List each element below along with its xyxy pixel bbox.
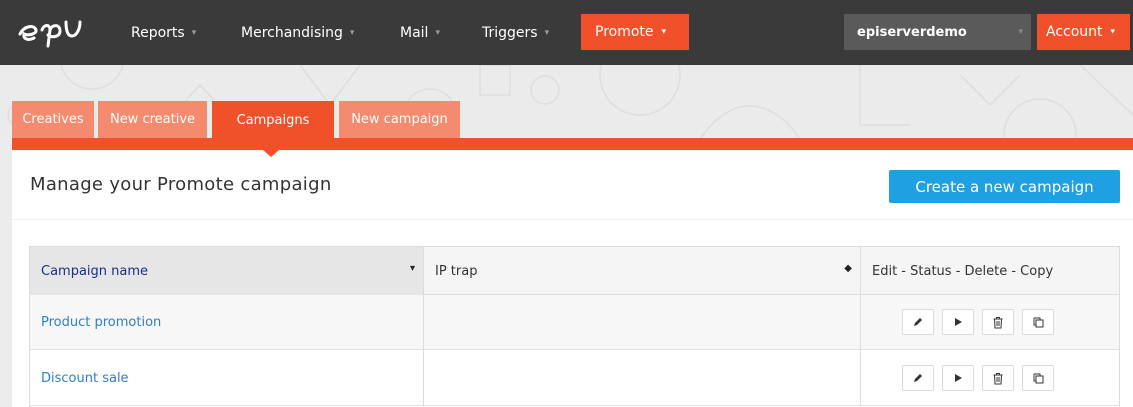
nav-merchandising-label: Merchandising — [241, 24, 343, 41]
delete-button[interactable] — [982, 365, 1014, 391]
create-campaign-button[interactable]: Create a new campaign — [889, 170, 1120, 203]
delete-button[interactable] — [982, 309, 1014, 335]
trash-icon — [993, 372, 1003, 384]
column-header-ip-trap[interactable]: IP trap ◆ — [423, 247, 860, 295]
campaigns-table: Campaign name ▾ IP trap ◆ Edit - Status … — [29, 246, 1120, 407]
ip-trap-cell — [423, 351, 860, 406]
play-icon — [955, 318, 962, 326]
campaign-name-link[interactable]: Discount sale — [41, 351, 129, 406]
header-divider — [12, 219, 1133, 220]
nav-merchandising[interactable]: Merchandising ▾ — [237, 0, 358, 65]
nav-mail[interactable]: Mail ▾ — [396, 0, 444, 65]
nav-mail-label: Mail — [400, 24, 429, 41]
site-selector-value: episerverdemo — [857, 24, 967, 40]
status-button[interactable] — [942, 365, 974, 391]
table-row: Discount sale — [30, 351, 1119, 406]
episerver-logo[interactable] — [14, 12, 94, 50]
tab-new-creative[interactable]: New creative — [98, 101, 207, 138]
copy-button[interactable] — [1022, 309, 1054, 335]
edit-button[interactable] — [902, 309, 934, 335]
chevron-down-icon: ▾ — [191, 27, 197, 38]
sort-unsorted-icon: ◆ — [844, 263, 852, 274]
top-navigation-bar: Reports ▾ Merchandising ▾ Mail ▾ Trigger… — [0, 0, 1133, 65]
tab-creatives[interactable]: Creatives — [12, 101, 94, 138]
chevron-down-icon: ▾ — [1018, 27, 1023, 37]
copy-icon — [1033, 373, 1043, 383]
chevron-down-icon: ▾ — [661, 27, 667, 37]
nav-reports[interactable]: Reports ▾ — [127, 0, 200, 65]
ip-trap-cell — [423, 295, 860, 350]
tab-creatives-label: Creatives — [22, 112, 84, 127]
column-separator — [860, 247, 861, 406]
account-menu[interactable]: Account ▾ — [1037, 14, 1130, 50]
tab-new-campaign[interactable]: New campaign — [339, 101, 460, 138]
tab-new-campaign-label: New campaign — [351, 112, 448, 127]
nav-triggers-label: Triggers — [482, 24, 538, 41]
column-separator — [423, 247, 424, 406]
page-title: Manage your Promote campaign — [30, 174, 332, 195]
chevron-down-icon: ▾ — [544, 27, 550, 38]
column-header-label: IP trap — [435, 263, 478, 279]
table-row: Product promotion — [30, 295, 1119, 350]
row-actions — [902, 309, 1054, 335]
sort-descending-icon: ▾ — [409, 263, 415, 274]
column-header-campaign-name[interactable]: Campaign name ▾ — [30, 247, 423, 295]
status-button[interactable] — [942, 309, 974, 335]
row-actions — [902, 365, 1054, 391]
nav-promote-label: Promote — [595, 24, 654, 40]
nav-reports-label: Reports — [131, 24, 185, 41]
chevron-down-icon: ▾ — [349, 27, 355, 38]
account-label: Account — [1046, 24, 1103, 40]
nav-promote[interactable]: Promote ▾ — [581, 14, 689, 50]
nav-triggers[interactable]: Triggers ▾ — [478, 0, 553, 65]
trash-icon — [993, 316, 1003, 328]
tab-campaigns[interactable]: Campaigns — [212, 101, 334, 139]
campaign-name-link[interactable]: Product promotion — [41, 295, 161, 350]
tab-campaigns-label: Campaigns — [236, 112, 310, 128]
site-selector[interactable]: episerverdemo ▾ — [844, 14, 1031, 50]
column-header-label: Campaign name — [41, 263, 149, 279]
play-icon — [955, 374, 962, 382]
tab-underline-bar — [12, 138, 1133, 150]
tab-new-creative-label: New creative — [109, 112, 196, 127]
active-tab-pointer — [263, 150, 279, 157]
copy-icon — [1033, 317, 1043, 327]
column-header-label: Edit - Status - Delete - Copy — [872, 263, 1054, 279]
edit-button[interactable] — [902, 365, 934, 391]
chevron-down-icon: ▾ — [1110, 27, 1116, 37]
edit-icon — [914, 374, 922, 382]
chevron-down-icon: ▾ — [435, 27, 440, 38]
table-header: Campaign name ▾ IP trap ◆ Edit - Status … — [30, 247, 1119, 295]
edit-icon — [914, 318, 922, 326]
column-header-actions: Edit - Status - Delete - Copy — [860, 247, 1119, 295]
copy-button[interactable] — [1022, 365, 1054, 391]
